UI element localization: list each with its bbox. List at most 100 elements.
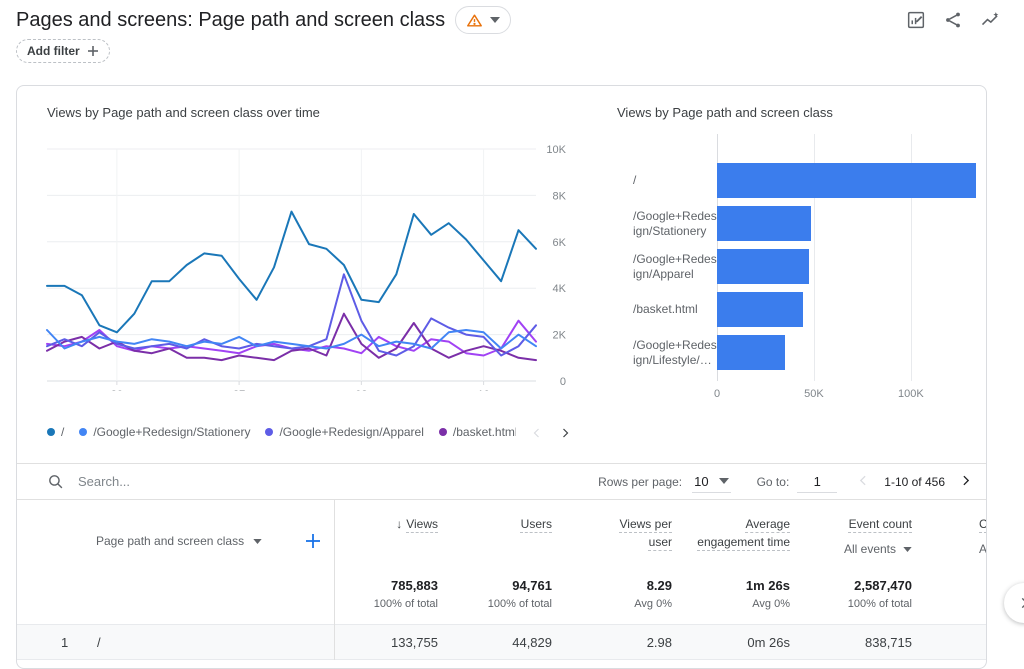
search-icon xyxy=(47,473,64,490)
dimension-header-label: Page path and screen class xyxy=(96,534,245,548)
chevron-down-icon xyxy=(903,546,912,552)
row-dimension-value: / xyxy=(97,634,101,650)
row-metric-cell: 838,715 xyxy=(865,634,912,650)
svg-text:10K: 10K xyxy=(546,144,566,156)
chevron-down-icon xyxy=(253,538,262,544)
bar[interactable] xyxy=(717,206,811,241)
data-quality-warning-icon xyxy=(466,12,483,29)
column-header-label: Event count xyxy=(848,517,912,531)
goto-label: Go to: xyxy=(756,474,790,489)
svg-text:6K: 6K xyxy=(553,237,567,249)
bar-chart-axis: 0 50K 100K xyxy=(714,388,986,404)
column-header[interactable]: CA xyxy=(912,500,986,569)
bar-row: /Google+Redesign/Lifestyle/… xyxy=(633,331,986,374)
bar-chart-title: Views by Page path and screen class xyxy=(617,105,833,120)
column-header-label: Views per user xyxy=(619,517,672,549)
rows-per-page-select[interactable]: 10 xyxy=(692,471,731,493)
bar[interactable] xyxy=(717,249,809,284)
column-filter[interactable]: All events xyxy=(790,540,912,558)
table-toolbar: Rows per page: 10 Go to: 1-10 of 456 xyxy=(17,464,986,500)
bar-track xyxy=(717,331,986,374)
svg-text:0: 0 xyxy=(560,376,566,388)
line-chart-legend: / /Google+Redesign/Stationery/Google+Rede… xyxy=(47,423,571,441)
bar-row: /basket.html xyxy=(633,288,986,331)
add-column-button[interactable] xyxy=(304,532,322,550)
bar-category-label: /Google+Redesign/Apparel xyxy=(633,251,717,281)
prev-page-icon xyxy=(857,474,870,490)
search-input[interactable] xyxy=(76,473,460,490)
totals-subtext: 100% of total xyxy=(847,598,912,610)
next-page-icon[interactable] xyxy=(959,474,972,490)
bar-row: /Google+Redesign/Apparel xyxy=(633,245,986,288)
column-header[interactable]: Event count All events xyxy=(790,500,912,569)
table-header-row: Page path and screen class ↓ Views Users Vi… xyxy=(17,500,986,569)
legend-item[interactable]: /basket.html xyxy=(438,425,516,439)
svg-text:8K: 8K xyxy=(553,190,567,202)
edit-report-icon[interactable] xyxy=(906,10,926,30)
svg-text:03: 03 xyxy=(355,389,367,391)
add-filter-button[interactable]: Add filter xyxy=(16,39,110,63)
chevron-down-icon xyxy=(718,478,729,484)
scroll-right-button[interactable] xyxy=(1004,583,1024,623)
bar-category-label: /Google+Redesign/Stationery xyxy=(633,208,717,238)
bar-row: /Google+Redesign/Stationery xyxy=(633,202,986,245)
bar-track xyxy=(717,159,986,202)
totals-cell: 1m 26s Avg 0% xyxy=(672,569,790,624)
row-metric-cell: 44,829 xyxy=(512,634,552,650)
bar[interactable] xyxy=(717,163,977,198)
bar[interactable] xyxy=(717,292,803,327)
bar-axis-tick-label: 100K xyxy=(898,388,924,400)
line-chart-title: Views by Page path and screen class over… xyxy=(47,105,320,120)
sort-desc-icon: ↓ xyxy=(396,517,403,531)
pagination-range: 1-10 of 456 xyxy=(884,474,945,489)
column-header[interactable]: ↓ Views xyxy=(334,500,438,569)
insights-icon[interactable] xyxy=(980,10,1000,30)
row-metric-cell: 133,755 xyxy=(391,634,438,650)
row-metric-cell: 0m 26s xyxy=(747,634,790,650)
legend-item[interactable]: / xyxy=(47,425,64,439)
column-filter[interactable]: A xyxy=(979,540,986,558)
bar-axis-tick-label: 50K xyxy=(804,388,824,400)
svg-text:27: 27 xyxy=(233,389,245,391)
table-pagination: Rows per page: 10 Go to: 1-10 of 456 xyxy=(598,470,972,493)
legend-next-icon[interactable] xyxy=(559,426,571,438)
legend-label: / xyxy=(61,425,65,439)
row-rank: 1 xyxy=(61,634,69,650)
table-section: Rows per page: 10 Go to: 1-10 of 456 xyxy=(17,464,986,668)
add-filter-label: Add filter xyxy=(27,44,80,58)
svg-text:20: 20 xyxy=(111,389,123,391)
bar[interactable] xyxy=(717,335,785,370)
column-filter-label: All events xyxy=(843,542,896,556)
column-divider xyxy=(334,500,335,660)
svg-text:10: 10 xyxy=(477,389,489,391)
bar-track xyxy=(717,245,986,288)
column-header-label: Views xyxy=(406,517,438,531)
bar-row: / xyxy=(633,159,986,202)
rows-per-page-label: Rows per page: xyxy=(598,474,683,489)
goto-page-input[interactable] xyxy=(797,470,838,493)
report-card: Views by Page path and screen class over… xyxy=(16,85,987,669)
legend-label: /Google+Redesign/Stationery xyxy=(93,425,251,439)
data-quality-pill[interactable] xyxy=(455,6,512,34)
legend-pagination xyxy=(531,426,571,438)
line-chart-legend-items: / /Google+Redesign/Stationery/Google+Rede… xyxy=(47,425,516,439)
totals-subtext: Avg 0% xyxy=(752,598,790,610)
column-header[interactable]: Views per user xyxy=(552,500,672,569)
column-header[interactable]: Average engagement time xyxy=(672,500,790,569)
table-row[interactable]: 1/133,755 44,829 2.98 0m 26s 838,715 xyxy=(17,624,986,660)
chevron-down-icon xyxy=(490,17,501,23)
bar-track xyxy=(717,288,986,331)
legend-item[interactable]: /Google+Redesign/Apparel xyxy=(265,425,424,439)
line-chart-svg[interactable]: 02K4K6K8K10K20Aug2703Sep10 xyxy=(17,126,601,391)
totals-empty-cell xyxy=(17,569,334,624)
legend-item[interactable]: /Google+Redesign/Stationery xyxy=(79,425,250,439)
column-header[interactable]: Users xyxy=(438,500,552,569)
totals-value: 94,761 xyxy=(512,578,552,593)
svg-text:2K: 2K xyxy=(553,330,567,342)
legend-dot xyxy=(47,428,55,436)
dimension-column-header[interactable]: Page path and screen class xyxy=(17,500,334,569)
row-dimension-cell: 1/ xyxy=(17,635,334,650)
share-icon[interactable] xyxy=(943,10,963,30)
totals-subtext: Avg 0% xyxy=(634,598,672,610)
totals-value: 8.29 xyxy=(646,578,672,593)
